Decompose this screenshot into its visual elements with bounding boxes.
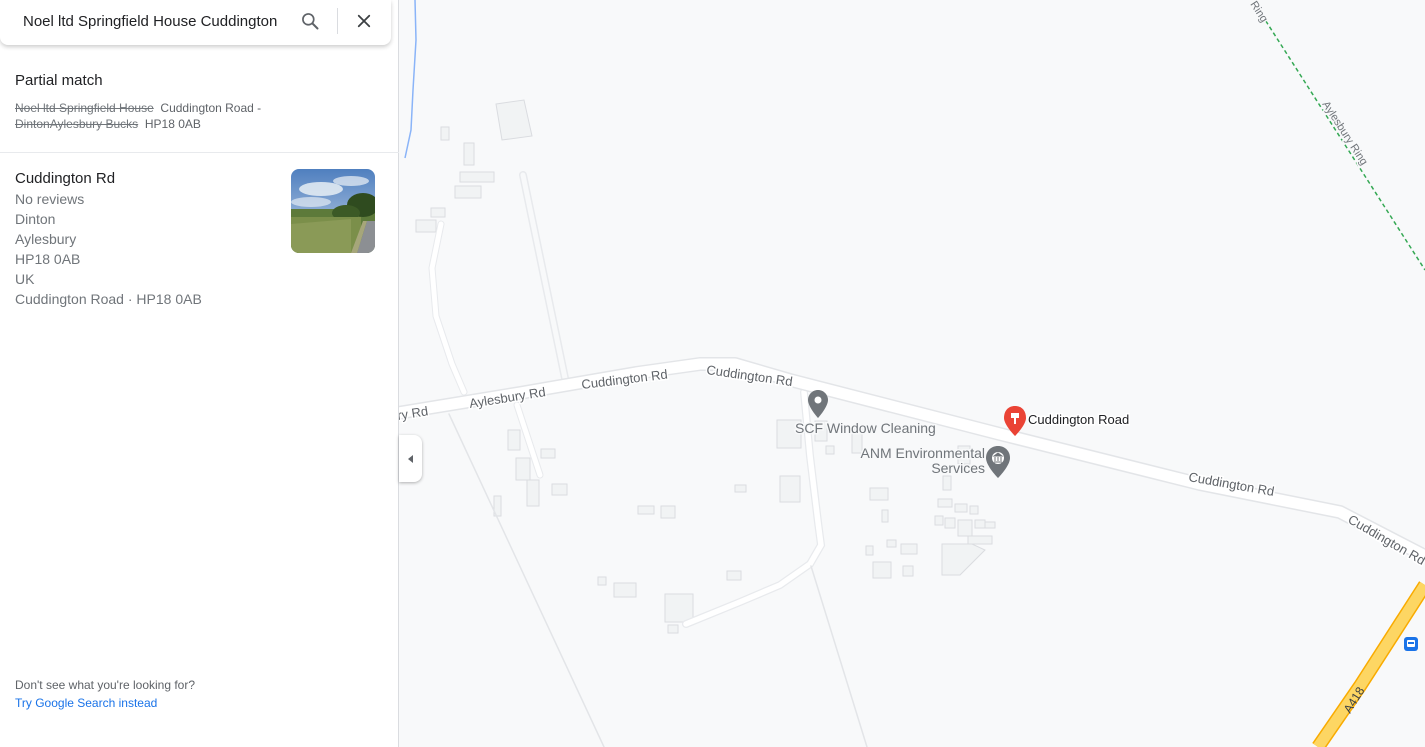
caret-left-icon — [407, 454, 413, 463]
poi-label-anm-line1[interactable]: ANM Environmental — [859, 444, 987, 463]
close-icon — [357, 14, 371, 28]
poi-label-scf-window-cleaning[interactable]: SCF Window Cleaning — [794, 419, 938, 438]
unmatched-text: DintonAylesbury Bucks — [15, 117, 139, 131]
partial-match-title: Partial match — [15, 72, 103, 89]
result-card[interactable]: Cuddington Rd No reviews Dinton Aylesbur… — [15, 169, 385, 309]
partial-match-address: Noel ltd Springfield House Cuddington Ro… — [15, 100, 385, 132]
result-photo-thumbnail[interactable] — [291, 169, 375, 253]
result-country: UK — [15, 271, 35, 287]
poi-label-anm-line2[interactable]: Services — [930, 459, 987, 478]
footer-question: Don't see what you're looking for? — [15, 678, 196, 692]
search-icon — [302, 13, 319, 30]
search-divider — [337, 8, 338, 34]
result-address-summary: Cuddington Road · HP18 0AB — [15, 291, 202, 307]
sidebar-panel: Partial match Noel ltd Springfield House… — [0, 0, 399, 747]
collapse-panel-button[interactable] — [399, 435, 422, 482]
partial-match-section: Partial match Noel ltd Springfield House… — [15, 72, 385, 132]
matched-text: Cuddington Road - — [160, 101, 262, 115]
unmatched-text: Noel ltd Springfield House — [15, 101, 154, 115]
matched-text: HP18 0AB — [144, 117, 201, 131]
bus-stop-icon[interactable] — [1404, 637, 1418, 651]
section-divider — [0, 152, 399, 153]
search-input[interactable] — [23, 0, 288, 42]
search-box — [0, 0, 391, 45]
sidebar-footer: Don't see what you're looking for? Try G… — [15, 676, 195, 712]
search-button[interactable] — [295, 6, 325, 36]
google-search-link[interactable]: Try Google Search instead — [15, 694, 195, 712]
clear-search-button[interactable] — [349, 6, 379, 36]
pin-label-cuddington-road[interactable]: Cuddington Road — [1027, 411, 1131, 429]
